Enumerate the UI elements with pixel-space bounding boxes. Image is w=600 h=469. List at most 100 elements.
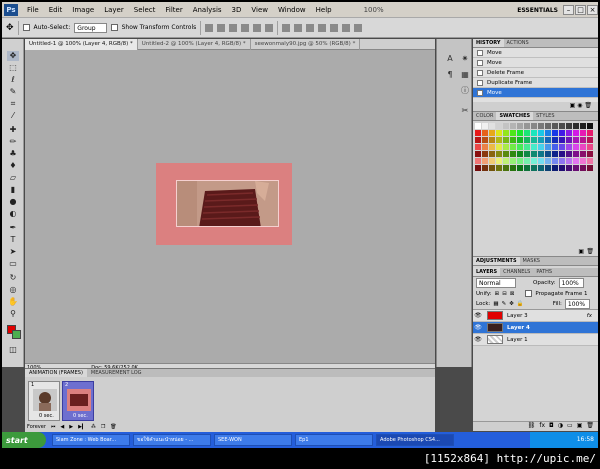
color-swatch[interactable] — [538, 123, 544, 129]
color-swatch[interactable] — [580, 158, 586, 164]
history-item[interactable]: Delete Frame — [473, 68, 598, 78]
lock-transparent-icon[interactable]: ▦ — [493, 301, 498, 307]
color-swatch[interactable] — [503, 144, 509, 150]
trash-icon[interactable]: 🗑 — [584, 102, 592, 109]
frame-delay[interactable]: 0 sec. — [73, 413, 88, 419]
color-swatch[interactable] — [587, 123, 593, 129]
color-swatch[interactable] — [510, 123, 516, 129]
taskbar-item[interactable]: SEE-WON — [214, 434, 292, 446]
color-swatch[interactable] — [580, 130, 586, 136]
layer-effects-icon[interactable]: fx — [587, 313, 592, 319]
frame-delay[interactable]: 0 sec. — [39, 413, 54, 419]
quick-select-tool-icon[interactable]: ✎ — [7, 87, 19, 97]
3d-rotate-tool-icon[interactable]: ↻ — [7, 273, 19, 283]
history-item[interactable]: Move — [473, 88, 598, 98]
maximize-icon[interactable]: □ — [575, 5, 586, 15]
color-swatch[interactable] — [503, 151, 509, 157]
move-tool-icon[interactable]: ✥ — [7, 51, 19, 61]
path-select-tool-icon[interactable]: ➤ — [7, 247, 19, 257]
color-swatch[interactable] — [524, 137, 530, 143]
tab-paths[interactable]: PATHS — [533, 268, 555, 276]
color-swatch[interactable] — [503, 137, 509, 143]
color-swatch[interactable] — [552, 123, 558, 129]
color-swatch[interactable] — [482, 130, 488, 136]
eyedropper-tool-icon[interactable]: ⁄ — [7, 111, 19, 121]
first-frame-icon[interactable]: ⏮ — [51, 424, 56, 430]
layer-name[interactable]: Layer 1 — [507, 337, 528, 343]
adjustment-layer-icon[interactable]: ◑ — [558, 422, 563, 431]
menu-window[interactable]: Window — [273, 6, 311, 14]
gradient-tool-icon[interactable]: ▮ — [7, 185, 19, 195]
canvas-photo-layer[interactable] — [176, 180, 279, 227]
link-layers-icon[interactable]: ⛓ — [528, 422, 536, 431]
color-swatch[interactable] — [559, 158, 565, 164]
tab-channels[interactable]: CHANNELS — [500, 268, 533, 276]
taskbar-item[interactable]: ขอใช้คำแนะนำหน่อย - ... — [133, 434, 211, 446]
transform-controls-checkbox[interactable] — [110, 24, 118, 31]
color-swatch[interactable] — [566, 137, 572, 143]
color-swatch[interactable] — [580, 123, 586, 129]
auto-align-icon[interactable] — [354, 23, 363, 32]
tab-actions[interactable]: ACTIONS — [504, 39, 532, 47]
color-swatch[interactable] — [517, 137, 523, 143]
clock[interactable]: 16:58 — [577, 436, 594, 443]
color-swatch[interactable] — [524, 144, 530, 150]
color-swatch[interactable] — [580, 144, 586, 150]
color-swatch[interactable] — [503, 158, 509, 164]
color-swatch[interactable] — [482, 123, 488, 129]
layer-name[interactable]: Layer 3 — [507, 313, 528, 319]
zoom-level-dropdown[interactable]: 100% — [359, 6, 389, 14]
shape-tool-icon[interactable]: ▭ — [7, 259, 19, 269]
color-swatch[interactable] — [587, 130, 593, 136]
history-item[interactable]: Move — [473, 58, 598, 68]
align-center-icon[interactable] — [253, 23, 262, 32]
taskbar-item[interactable]: Ep1 — [295, 434, 373, 446]
color-swatch[interactable] — [587, 144, 593, 150]
healing-brush-tool-icon[interactable]: ✚ — [7, 125, 19, 135]
color-swatch[interactable] — [496, 144, 502, 150]
color-swatch[interactable] — [559, 137, 565, 143]
propagate-frame-checkbox[interactable] — [525, 290, 533, 297]
new-layer-icon[interactable]: ▣ — [577, 422, 583, 431]
color-swatch[interactable] — [510, 151, 516, 157]
quick-mask-icon[interactable]: ◫ — [7, 345, 19, 355]
eraser-tool-icon[interactable]: ▱ — [7, 173, 19, 183]
color-swatch[interactable] — [573, 144, 579, 150]
color-swatch[interactable] — [531, 151, 537, 157]
zoom-tool-icon[interactable]: ⚲ — [7, 309, 19, 319]
lock-position-icon[interactable]: ✥ — [509, 301, 514, 307]
color-swatch[interactable] — [566, 144, 572, 150]
new-group-icon[interactable]: ▭ — [567, 422, 573, 431]
tab-adjustments[interactable]: ADJUSTMENTS — [473, 257, 520, 265]
color-swatch[interactable] — [531, 158, 537, 164]
align-bottom-icon[interactable] — [229, 23, 238, 32]
color-swatch[interactable] — [559, 151, 565, 157]
color-swatch[interactable] — [538, 144, 544, 150]
color-swatch[interactable] — [475, 144, 481, 150]
menu-image[interactable]: Image — [67, 6, 99, 14]
marquee-tool-icon[interactable]: ⬚ — [7, 63, 19, 73]
brush-tool-icon[interactable]: ✏ — [7, 137, 19, 147]
layer-row[interactable]: 👁 Layer 1 — [473, 334, 598, 346]
paragraph-panel-icon[interactable]: ¶ — [444, 69, 456, 80]
color-swatch[interactable] — [496, 158, 502, 164]
align-right-icon[interactable] — [265, 23, 274, 32]
color-swatch[interactable] — [587, 137, 593, 143]
color-swatch[interactable] — [496, 151, 502, 157]
color-swatch[interactable] — [552, 130, 558, 136]
color-swatch[interactable] — [489, 144, 495, 150]
color-swatch[interactable] — [489, 130, 495, 136]
color-swatch[interactable] — [482, 137, 488, 143]
tab-color[interactable]: COLOR — [473, 112, 496, 120]
color-swatch[interactable] — [510, 137, 516, 143]
color-swatch[interactable] — [524, 158, 530, 164]
color-swatch[interactable] — [482, 158, 488, 164]
taskbar-item[interactable]: Siam Zone : Web Boar... — [52, 434, 130, 446]
color-swatch[interactable] — [475, 158, 481, 164]
duplicate-frame-icon[interactable]: ❐ — [101, 424, 105, 430]
color-swatch[interactable] — [545, 137, 551, 143]
distribute-left-icon[interactable] — [318, 23, 327, 32]
color-swatch[interactable] — [510, 158, 516, 164]
previous-frame-icon[interactable]: ◀ — [60, 424, 64, 430]
animation-frame-1[interactable]: 1 0 sec. — [28, 381, 60, 421]
